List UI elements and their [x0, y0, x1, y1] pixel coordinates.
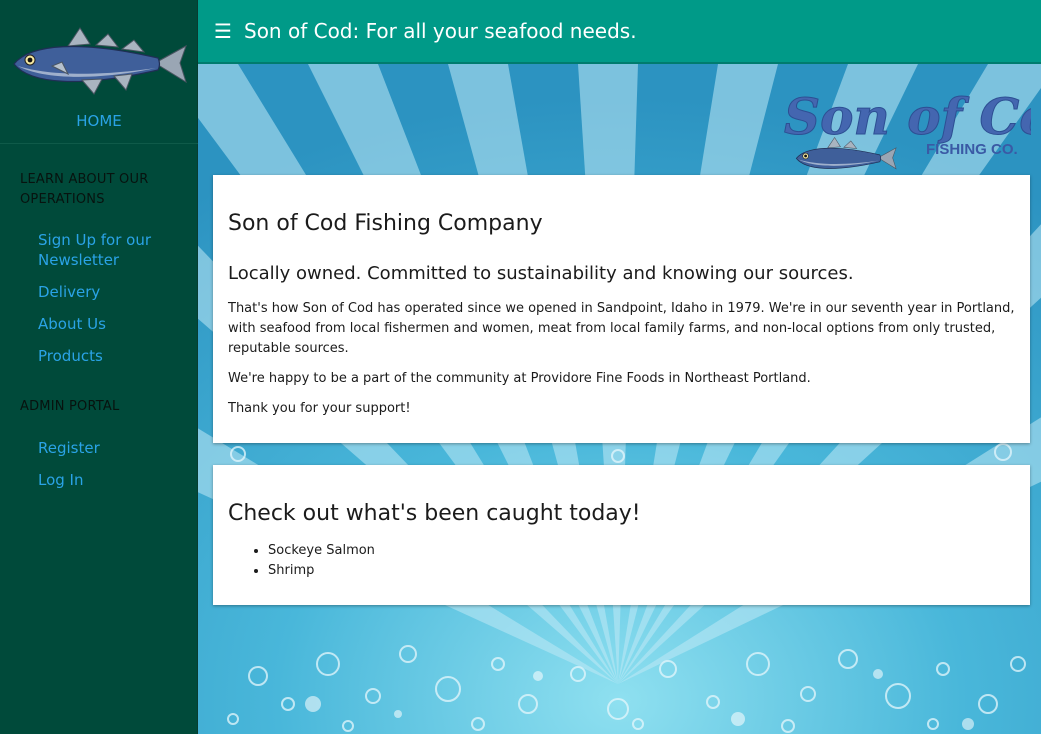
sidebar-item-register[interactable]: Register: [38, 438, 188, 458]
intro-paragraph: We're happy to be a part of the communit…: [228, 371, 811, 386]
fish-logo-icon[interactable]: [10, 22, 190, 104]
sidebar: HOME LEARN ABOUT OUR OPERATIONS Sign Up …: [0, 0, 198, 734]
sidebar-item-log-in[interactable]: Log In: [38, 470, 188, 490]
brand-logo: Son of Cod FISHING CO.: [776, 82, 1041, 170]
brand-name: Son of Cod: [784, 87, 1031, 146]
intro-paragraph: Thank you for your support!: [228, 401, 411, 416]
list-item: Shrimp: [268, 561, 375, 581]
catch-list: Sockeye Salmon Shrimp: [268, 541, 375, 581]
intro-heading: Son of Cod Fishing Company: [228, 211, 543, 236]
brand-tagline: FISHING CO.: [926, 141, 1018, 158]
todays-catch-card: Check out what's been caught today! Sock…: [213, 465, 1030, 605]
hamburger-icon[interactable]: ☰: [214, 19, 232, 43]
sidebar-section-title-admin: ADMIN PORTAL: [20, 399, 120, 414]
fish-icon: Son of Cod FISHING CO.: [784, 87, 1041, 170]
site-title: Son of Cod: For all your seafood needs.: [244, 19, 637, 43]
sidebar-item-newsletter[interactable]: Sign Up for our Newsletter: [38, 230, 188, 270]
list-item: Sockeye Salmon: [268, 541, 375, 561]
todays-catch-heading: Check out what's been caught today!: [228, 501, 641, 526]
sidebar-item-products[interactable]: Products: [38, 346, 188, 366]
sidebar-item-delivery[interactable]: Delivery: [38, 282, 188, 302]
sidebar-section-title-operations: LEARN ABOUT OUR OPERATIONS: [20, 172, 149, 207]
sidebar-divider: [0, 143, 198, 144]
sidebar-item-about-us[interactable]: About Us: [38, 314, 188, 334]
intro-card: Son of Cod Fishing Company Locally owned…: [213, 175, 1030, 443]
intro-paragraph: That's how Son of Cod has operated since…: [228, 301, 1015, 356]
intro-subheading: Locally owned. Committed to sustainabili…: [228, 263, 854, 284]
sidebar-home-link[interactable]: HOME: [0, 112, 198, 130]
